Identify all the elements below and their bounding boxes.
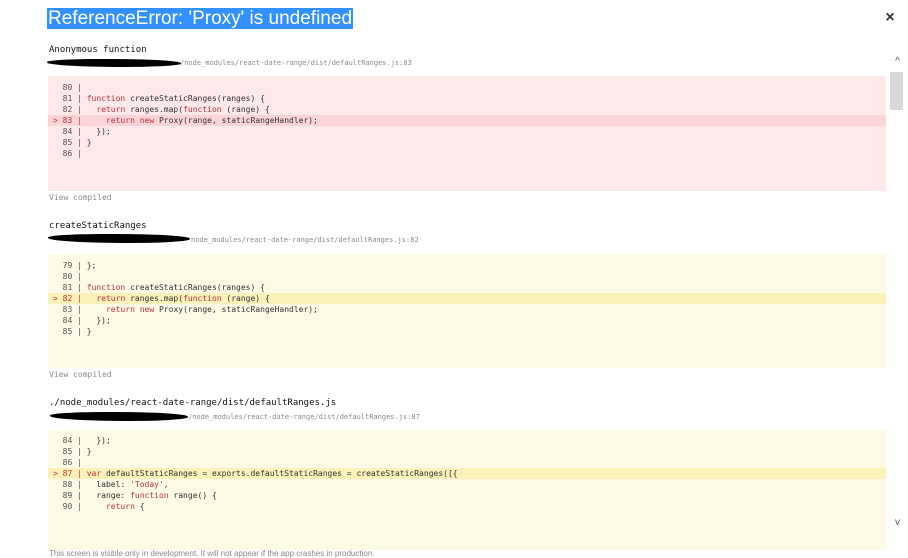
code-text: }: [86, 138, 92, 147]
code-text: return ranges.map(function (range) {: [96, 294, 270, 303]
code-line: 81 | function createStaticRanges(ranges)…: [48, 282, 886, 293]
error-code-line: > 82 | return ranges.map(function (range…: [48, 293, 886, 304]
line-number: > 83 |: [53, 116, 87, 125]
line-number: 86 |: [53, 458, 87, 467]
error-title: ReferenceError: 'Proxy' is undefined: [47, 8, 354, 29]
code-text: });: [86, 316, 111, 325]
code-line: 85 | }: [48, 326, 886, 337]
stack-trace[interactable]: Anonymous function /node_modules/react-d…: [0, 40, 886, 550]
code-line: 84 | });: [48, 126, 886, 137]
frame-function-name: Anonymous function: [49, 45, 147, 55]
line-number: 79 |: [53, 261, 87, 270]
close-icon[interactable]: ×: [882, 9, 898, 27]
code-line: 80 |: [48, 82, 886, 93]
code-line: 84 | });: [48, 315, 886, 326]
code-text: return new Proxy(range, staticRangeHandl…: [105, 116, 318, 125]
frame-file-path[interactable]: /node_modules/react-date-range/dist/defa…: [180, 59, 412, 67]
line-number: 81 |: [53, 283, 87, 292]
scroll-thumb[interactable]: [890, 72, 903, 110]
code-line: 85 | }: [48, 446, 886, 457]
code-line: 82 | return ranges.map(function (range) …: [48, 104, 886, 115]
scroll-up-icon[interactable]: ^: [887, 54, 908, 70]
code-text: });: [86, 127, 111, 136]
code-line: 89 | range: function range() {: [48, 490, 886, 501]
code-text: range: function range() {: [86, 491, 217, 500]
redaction-mark: [48, 234, 190, 243]
code-text: });: [86, 436, 111, 445]
code-text: return new Proxy(range, staticRangeHandl…: [105, 305, 318, 314]
code-text: };: [86, 261, 97, 270]
code-text: return ranges.map(function (range) {: [96, 105, 270, 114]
line-number: 84 |: [53, 436, 87, 445]
scroll-down-icon[interactable]: v: [887, 515, 908, 531]
code-block: 80 | 81 | function createStaticRanges(ra…: [48, 76, 886, 191]
code-text: function createStaticRanges(ranges) {: [86, 283, 265, 292]
line-number: 83 |: [53, 305, 87, 314]
line-number: 84 |: [53, 127, 87, 136]
view-compiled-link[interactable]: View compiled: [49, 193, 112, 202]
error-code-line: > 83 | return new Proxy(range, staticRan…: [48, 115, 886, 126]
code-text: label: 'Today',: [86, 480, 169, 489]
code-block: 79 | }; 80 | 81 | function createStaticR…: [48, 254, 886, 368]
line-number: 81 |: [53, 94, 87, 103]
code-line: 80 |: [48, 271, 886, 282]
frame-file-path[interactable]: node_modules/react-date-range/dist/defau…: [191, 236, 419, 244]
line-number: 82 |: [53, 105, 87, 114]
redaction-mark: [47, 59, 181, 67]
code-line: 88 | label: 'Today',: [48, 479, 886, 490]
code-line: 90 | return {: [48, 501, 886, 512]
view-compiled-link[interactable]: View compiled: [49, 370, 112, 379]
line-number: 84 |: [53, 316, 87, 325]
code-line: 79 | };: [48, 260, 886, 271]
redaction-mark: [50, 412, 188, 421]
code-text: var defaultStaticRanges = exports.defaul…: [86, 469, 458, 478]
line-number: 89 |: [53, 491, 87, 500]
line-number: 90 |: [53, 502, 87, 511]
line-number: 88 |: [53, 480, 87, 489]
code-text: }: [86, 447, 92, 456]
code-line: 81 | function createStaticRanges(ranges)…: [48, 93, 886, 104]
code-line: 86 |: [48, 457, 886, 468]
code-text: }: [86, 327, 92, 336]
code-line: 83 | return new Proxy(range, staticRange…: [48, 304, 886, 315]
frame-function-name: createStaticRanges: [49, 221, 147, 231]
dev-notice: This screen is visible only in developme…: [49, 549, 375, 558]
code-line: 85 | }: [48, 137, 886, 148]
line-number: 80 |: [53, 272, 87, 281]
code-block: 84 | }); 85 | } 86 | > 87 | var defaultS…: [48, 430, 886, 550]
code-text: function createStaticRanges(ranges) {: [86, 94, 265, 103]
line-number: 85 |: [53, 327, 87, 336]
line-number: 85 |: [53, 447, 87, 456]
frame-file-path[interactable]: /node_modules/react-date-range/dist/defa…: [188, 413, 420, 421]
code-line: 84 | });: [48, 435, 886, 446]
code-line: 86 |: [48, 148, 886, 159]
code-text: return {: [105, 502, 145, 511]
frame-function-name: ./node_modules/react-date-range/dist/def…: [49, 398, 337, 408]
line-number: > 82 |: [53, 294, 87, 303]
line-number: 85 |: [53, 138, 87, 147]
vertical-scrollbar[interactable]: ^ v: [887, 40, 908, 550]
line-number: 86 |: [53, 149, 87, 158]
line-number: > 87 |: [53, 469, 87, 478]
error-code-line: > 87 | var defaultStaticRanges = exports…: [48, 468, 886, 479]
line-number: 80 |: [53, 83, 87, 92]
